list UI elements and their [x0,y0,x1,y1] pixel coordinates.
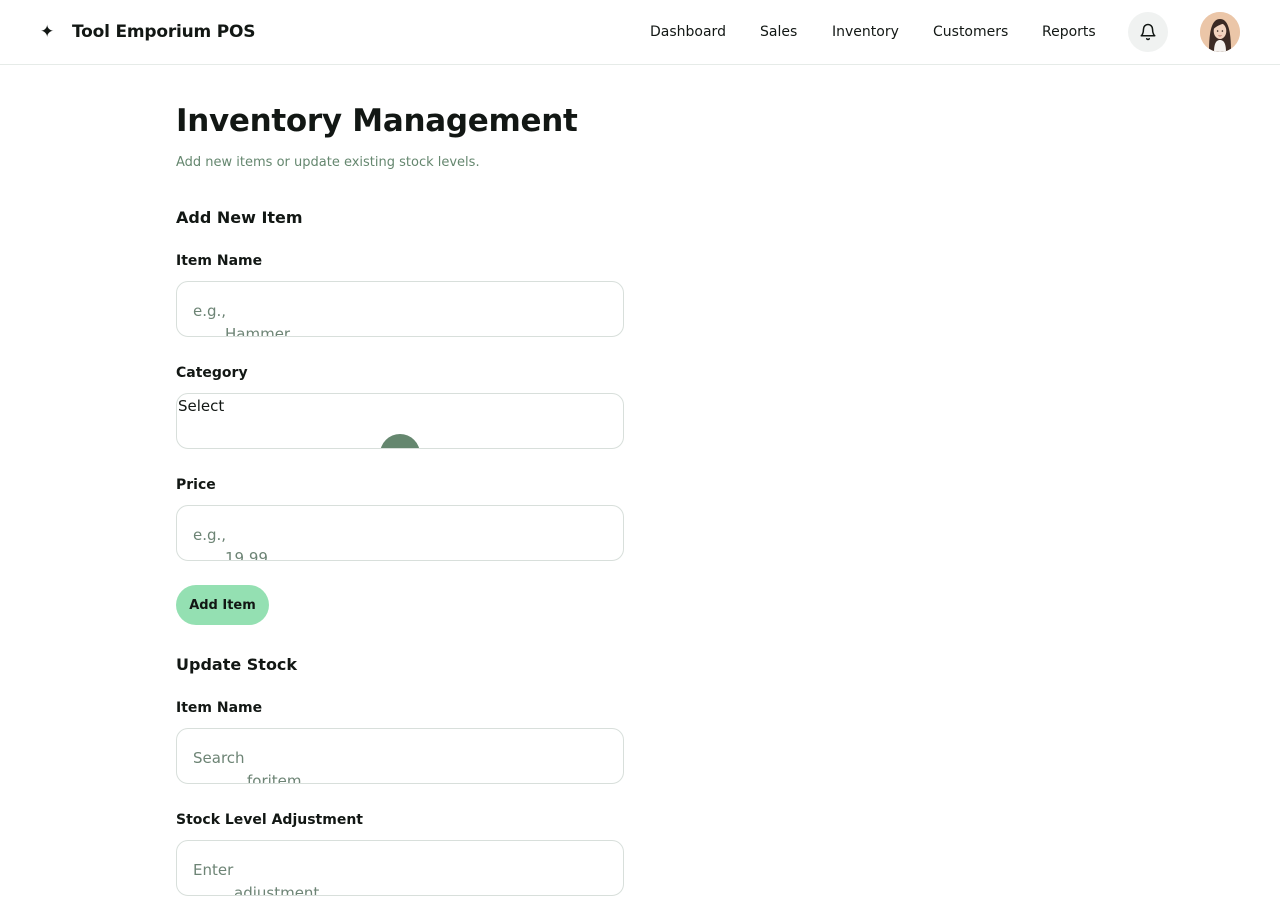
stock-adjustment-input[interactable]: Enter adjustment [176,840,624,896]
adjustment-placeholder-line2: adjustment [234,884,320,896]
price-placeholder-line2: 19.99 [225,549,268,561]
nav-inventory[interactable]: Inventory [832,20,899,44]
nav-customers[interactable]: Customers [933,20,1008,44]
price-label: Price [176,477,216,493]
adjustment-placeholder-line1: Enter [193,861,234,879]
search-placeholder-line1: Search [193,749,245,767]
price-placeholder-line1: e.g., [193,526,227,544]
item-name-placeholder-line2: Hammer [225,325,291,337]
bell-icon [1140,23,1156,41]
page-subtitle: Add new items or update existing stock l… [176,155,480,170]
item-name-label: Item Name [176,253,263,269]
category-select[interactable]: Select [176,393,624,449]
category-selected-value: Select [178,397,225,415]
nav-dashboard[interactable]: Dashboard [650,20,726,44]
stock-adjustment-label: Stock Level Adjustment [176,812,363,828]
notifications-button[interactable] [1128,12,1168,52]
page-title: Inventory Management [176,103,578,139]
chevron-down-icon [380,434,420,448]
brand[interactable]: ✦ Tool Emporium POS [40,20,256,44]
top-navigation-bar: ✦ Tool Emporium POS Dashboard Sales Inve… [0,0,1280,65]
category-label: Category [176,365,248,381]
sparkle-logo-icon: ✦ [40,22,55,42]
search-item-input[interactable]: Search foritem [176,728,624,784]
add-item-button[interactable]: Add Item [176,585,269,625]
search-placeholder-line2: foritem [247,772,302,784]
add-new-item-heading: Add New Item [176,208,303,227]
nav-reports[interactable]: Reports [1042,20,1096,44]
price-input[interactable]: e.g., 19.99 [176,505,624,561]
avatar-portrait-icon [1200,12,1240,52]
app-title: Tool Emporium POS [72,22,256,42]
item-name-input[interactable]: e.g., Hammer [176,281,624,337]
update-item-name-label: Item Name [176,700,263,716]
item-name-placeholder-line1: e.g., [193,302,227,320]
update-stock-heading: Update Stock [176,655,298,674]
user-avatar[interactable] [1200,12,1240,52]
nav-sales[interactable]: Sales [760,20,797,44]
